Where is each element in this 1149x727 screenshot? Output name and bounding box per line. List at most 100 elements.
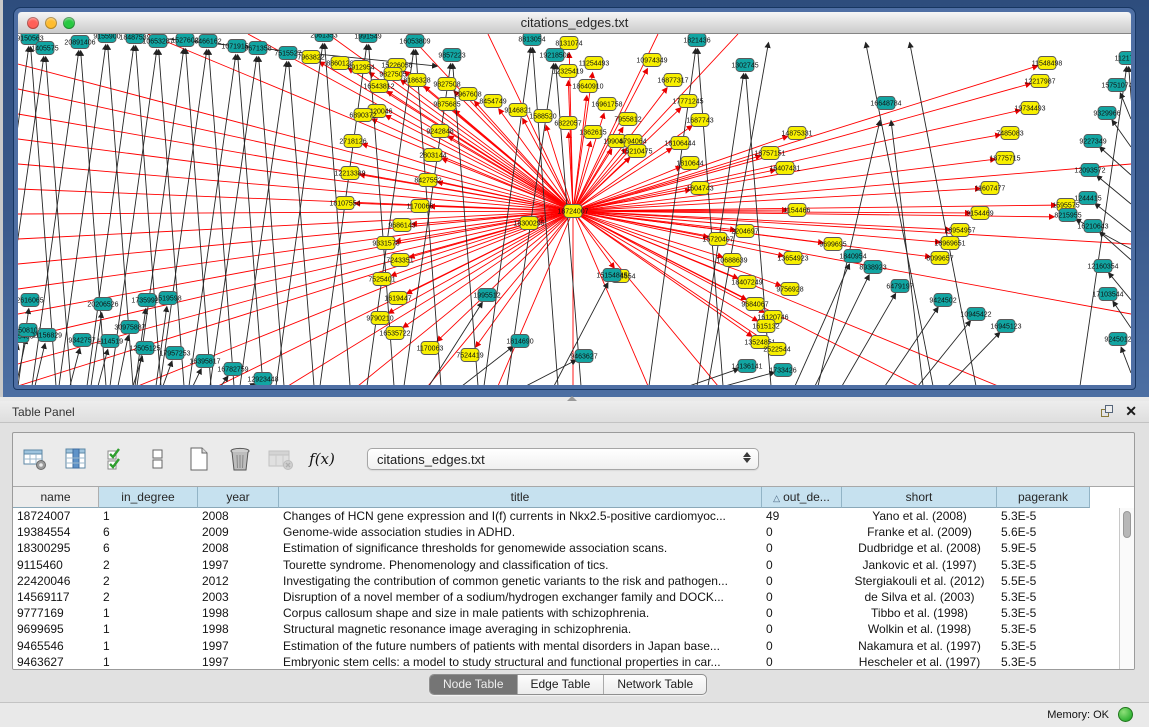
graph-node[interactable]: 18757151 bbox=[754, 147, 785, 160]
graph-node[interactable]: 6479197 bbox=[886, 280, 913, 293]
table-cell[interactable]: 5.3E-5 bbox=[997, 654, 1090, 669]
graph-node[interactable]: 12923448 bbox=[247, 373, 278, 386]
table-row[interactable]: 1456911722003Disruption of a novel membe… bbox=[13, 589, 1119, 605]
show-column-icon[interactable] bbox=[62, 445, 90, 473]
graph-node[interactable]: 8454749 bbox=[479, 95, 506, 108]
graph-node[interactable]: 12213389 bbox=[334, 167, 365, 180]
column-header-name[interactable]: name bbox=[13, 487, 99, 508]
graph-node[interactable]: 9756928 bbox=[776, 283, 803, 296]
table-row[interactable]: 969969511998Structural magnetic resonanc… bbox=[13, 621, 1119, 637]
table-cell[interactable]: 5.3E-5 bbox=[997, 557, 1090, 573]
table-cell[interactable]: 49 bbox=[762, 508, 842, 524]
graph-node[interactable]: 9245012 bbox=[1104, 333, 1131, 346]
table-cell[interactable]: 5.6E-5 bbox=[997, 524, 1090, 540]
table-cell[interactable]: 0 bbox=[762, 557, 842, 573]
table-cell[interactable]: Estimation of the future numbers of pati… bbox=[279, 638, 762, 654]
graph-node[interactable]: 14136141 bbox=[731, 360, 762, 373]
graph-node[interactable]: 1170063 bbox=[417, 342, 444, 355]
tab-network-table[interactable]: Network Table bbox=[604, 675, 706, 694]
table-cell[interactable]: 0 bbox=[762, 654, 842, 669]
table-cell[interactable]: 1998 bbox=[198, 605, 279, 621]
graph-node[interactable]: 16395817 bbox=[189, 355, 220, 368]
table-cell[interactable]: Corpus callosum shape and size in male p… bbox=[279, 605, 762, 621]
graph-node[interactable]: 16535722 bbox=[379, 327, 410, 340]
graph-node[interactable]: 1991549 bbox=[354, 34, 381, 43]
table-cell[interactable]: 22420046 bbox=[13, 573, 99, 589]
table-cell[interactable]: 0 bbox=[762, 524, 842, 540]
graph-node[interactable]: 12217987 bbox=[1024, 75, 1055, 88]
table-cell[interactable]: 1997 bbox=[198, 654, 279, 669]
table-cell[interactable]: 9463627 bbox=[13, 654, 99, 669]
graph-node[interactable]: 1995512 bbox=[473, 289, 500, 302]
row-height-icon[interactable] bbox=[144, 445, 172, 473]
graph-node[interactable]: 9424502 bbox=[929, 294, 956, 307]
float-panel-icon[interactable] bbox=[1101, 405, 1115, 419]
table-cell[interactable]: 2008 bbox=[198, 508, 279, 524]
graph-node[interactable]: 10945422 bbox=[960, 308, 991, 321]
table-cell[interactable]: 1 bbox=[99, 621, 198, 637]
graph-node[interactable]: 8099657 bbox=[926, 252, 953, 265]
table-cell[interactable]: 19384554 bbox=[13, 524, 99, 540]
vertical-scrollbar[interactable] bbox=[1119, 508, 1134, 669]
network-window[interactable]: citations_edges.txt 18724007796382288601… bbox=[14, 8, 1135, 389]
table-row[interactable]: 1830029562008Estimation of significance … bbox=[13, 540, 1119, 556]
graph-node[interactable]: 18775715 bbox=[989, 152, 1020, 165]
table-cell[interactable]: 5.5E-5 bbox=[997, 573, 1090, 589]
table-cell[interactable]: Nakamura et al. (1997) bbox=[842, 638, 997, 654]
table-cell[interactable]: 5.3E-5 bbox=[997, 508, 1090, 524]
table-cell[interactable]: 1997 bbox=[198, 557, 279, 573]
graph-node[interactable]: 1588520 bbox=[529, 110, 556, 123]
table-cell[interactable]: 2012 bbox=[198, 573, 279, 589]
graph-node[interactable]: 18640910 bbox=[572, 80, 603, 93]
table-row[interactable]: 1938455462009Genome-wide association stu… bbox=[13, 524, 1119, 540]
graph-node[interactable]: 2616065 bbox=[18, 294, 44, 307]
graph-node[interactable]: 10974349 bbox=[636, 54, 667, 67]
table-cell[interactable]: 18300295 bbox=[13, 540, 99, 556]
table-header-row[interactable]: namein_degreeyeartitle△out_de...shortpag… bbox=[13, 487, 1090, 508]
graph-node[interactable]: 20891406 bbox=[64, 36, 95, 49]
table-cell[interactable]: Structural magnetic resonance image aver… bbox=[279, 621, 762, 637]
table-cell[interactable]: 1 bbox=[99, 508, 198, 524]
graph-node[interactable]: 16877317 bbox=[657, 74, 688, 87]
graph-node[interactable]: 16407431 bbox=[769, 162, 800, 175]
table-cell[interactable]: Estimation of significance thresholds fo… bbox=[279, 540, 762, 556]
graph-node[interactable]: 8131074 bbox=[555, 37, 582, 50]
table-cell[interactable]: Embryonic stem cells: a model to study s… bbox=[279, 654, 762, 669]
table-cell[interactable]: 6 bbox=[99, 540, 198, 556]
table-cell[interactable]: Genome-wide association studies in ADHD. bbox=[279, 524, 762, 540]
column-header-in-degree[interactable]: in_degree bbox=[99, 487, 198, 508]
network-canvas[interactable]: 1872400779638228860128891295415226058982… bbox=[18, 34, 1131, 385]
graph-node[interactable]: 7243351 bbox=[386, 254, 413, 267]
table-cell[interactable]: 1 bbox=[99, 605, 198, 621]
table-cell[interactable]: 2009 bbox=[198, 524, 279, 540]
table-cell[interactable]: 0 bbox=[762, 638, 842, 654]
table-mode-icon[interactable] bbox=[21, 445, 49, 473]
graph-node[interactable]: 7485083 bbox=[996, 127, 1023, 140]
graph-node[interactable]: 9155900 bbox=[93, 34, 120, 43]
graph-node[interactable]: 9227349 bbox=[1079, 135, 1106, 148]
graph-node[interactable]: 9329966 bbox=[1093, 107, 1120, 120]
graph-node[interactable]: 12505125 bbox=[129, 342, 160, 355]
column-header-year[interactable]: year bbox=[198, 487, 279, 508]
table-cell[interactable]: 1 bbox=[99, 638, 198, 654]
graph-node[interactable]: 17771245 bbox=[672, 95, 703, 108]
table-cell[interactable]: 9115460 bbox=[13, 557, 99, 573]
graph-node[interactable]: 16053809 bbox=[399, 35, 430, 48]
graph-node[interactable]: 7524419 bbox=[456, 349, 483, 362]
table-cell[interactable]: Franke et al. (2009) bbox=[842, 524, 997, 540]
graph-node[interactable]: 1302745 bbox=[731, 59, 758, 72]
graph-node[interactable]: 1733426 bbox=[769, 364, 796, 377]
table-cell[interactable]: Tourette syndrome. Phenomenology and cla… bbox=[279, 557, 762, 573]
table-cell[interactable]: Tibbo et al. (1998) bbox=[842, 605, 997, 621]
table-cell[interactable]: Investigating the contribution of common… bbox=[279, 573, 762, 589]
table-cell[interactable]: 9699695 bbox=[13, 621, 99, 637]
table-cell[interactable]: 0 bbox=[762, 589, 842, 605]
table-row[interactable]: 977716911998Corpus callosum shape and si… bbox=[13, 605, 1119, 621]
table-cell[interactable]: 1997 bbox=[198, 638, 279, 654]
graph-node[interactable]: 2967608 bbox=[454, 88, 481, 101]
table-cell[interactable]: 6 bbox=[99, 524, 198, 540]
table-cell[interactable]: Dudbridge et al. (2008) bbox=[842, 540, 997, 556]
table-cell[interactable]: 14569117 bbox=[13, 589, 99, 605]
table-body[interactable]: 1872400712008Changes of HCN gene express… bbox=[13, 508, 1119, 669]
table-cell[interactable]: 0 bbox=[762, 540, 842, 556]
